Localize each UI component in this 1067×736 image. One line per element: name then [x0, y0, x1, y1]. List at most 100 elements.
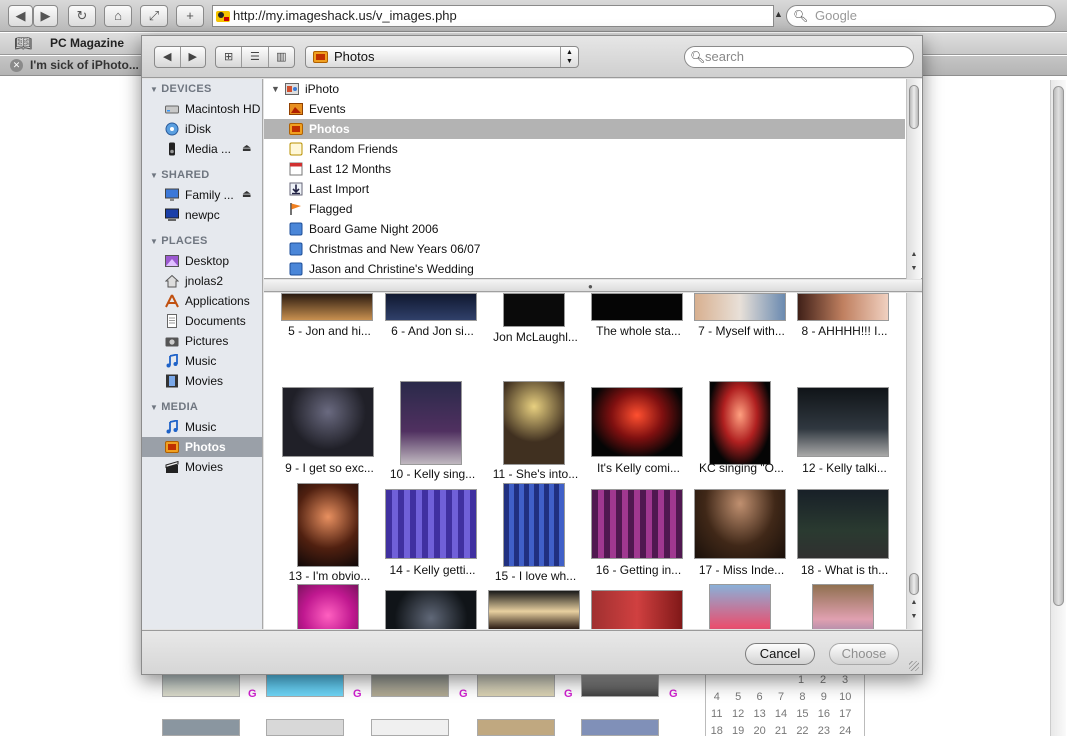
source-item-last-import[interactable]: Last Import	[264, 179, 905, 199]
photo-thumbnail[interactable]	[385, 590, 477, 629]
calendar-day[interactable]: 10	[835, 689, 856, 706]
sidebar-heading-media[interactable]: ▼ MEDIA	[150, 401, 198, 413]
calendar-day[interactable]: 24	[835, 723, 856, 736]
back-button[interactable]: ◀	[8, 5, 33, 27]
photo-item[interactable]: 12 - Kelly talki...	[793, 381, 896, 481]
bg-g-icon[interactable]: G	[564, 688, 573, 700]
photo-thumbnail[interactable]	[797, 293, 889, 321]
forward-button[interactable]: ▶	[33, 5, 58, 27]
sidebar-item-media-photos[interactable]: Photos	[142, 437, 262, 457]
choose-button[interactable]: Choose	[829, 643, 899, 665]
pane-splitter[interactable]: ●	[264, 280, 922, 292]
dialog-back-button[interactable]: ◀	[155, 47, 181, 67]
photo-thumbnail[interactable]	[812, 584, 874, 629]
photo-item[interactable]: 16 - Getting in...	[587, 483, 690, 583]
photo-item[interactable]: Jon McLaughl...	[484, 293, 587, 348]
calendar-day[interactable]: 7	[770, 689, 791, 706]
scroll-up-icon[interactable]: ▲	[907, 599, 921, 606]
bg-g-icon[interactable]: G	[669, 688, 678, 700]
calendar-day[interactable]: 12	[727, 706, 748, 723]
photo-item[interactable]: 18 - What is th...	[793, 483, 896, 583]
photo-item[interactable]: 6 - And Jon si...	[381, 293, 484, 343]
sidebar-item-family[interactable]: Family ... ⏏	[142, 185, 262, 205]
source-list-scrollbar[interactable]: ▲ ▼	[906, 79, 921, 279]
photo-thumbnail[interactable]	[488, 590, 580, 629]
sidebar-heading-places[interactable]: ▼ PLACES	[150, 235, 208, 247]
photo-thumbnail[interactable]	[297, 483, 359, 567]
calendar-day[interactable]: 14	[770, 706, 791, 723]
photo-item[interactable]: 8 - AHHHH!!! I...	[793, 293, 896, 343]
bg-thumbnail[interactable]	[477, 719, 555, 736]
splitter-handle-icon[interactable]: ●	[588, 282, 593, 291]
bg-g-icon[interactable]: G	[248, 688, 257, 700]
column-view-button[interactable]: ▥	[269, 47, 294, 67]
sidebar-item-media[interactable]: Media ... ⏏	[142, 139, 262, 159]
bg-thumbnail[interactable]	[266, 719, 344, 736]
calendar-day[interactable]: 5	[727, 689, 748, 706]
photo-thumbnail[interactable]	[709, 584, 771, 629]
sidebar-item-documents[interactable]: Documents	[142, 311, 262, 331]
photo-thumbnail[interactable]	[281, 293, 373, 321]
add-bookmark-button[interactable]: +	[176, 5, 204, 27]
photo-thumbnail[interactable]	[591, 590, 683, 629]
disclosure-triangle-icon[interactable]: ▼	[150, 85, 158, 94]
photo-grid-scrollbar[interactable]: ▲ ▼	[906, 293, 921, 629]
calendar-day[interactable]: 13	[749, 706, 770, 723]
photo-thumbnail[interactable]	[503, 483, 565, 567]
photo-thumbnail[interactable]	[709, 381, 771, 465]
google-search-field[interactable]: 🔍︎ Google	[786, 5, 1056, 27]
photo-item[interactable]: 10 - Kelly sing...	[381, 381, 484, 481]
sidebar-item-media-movies[interactable]: Movies	[142, 457, 262, 477]
photo-thumbnail[interactable]	[591, 489, 683, 559]
dialog-forward-button[interactable]: ▶	[181, 47, 206, 67]
photo-item[interactable]: 17 - Miss Inde...	[690, 483, 793, 583]
eject-icon[interactable]: ⏏	[242, 185, 251, 205]
cancel-button[interactable]: Cancel	[745, 643, 815, 665]
photo-item[interactable]: It's Kelly comi...	[587, 381, 690, 481]
bg-g-icon[interactable]: G	[353, 688, 362, 700]
photo-thumbnail[interactable]	[591, 387, 683, 457]
photo-thumbnail[interactable]	[385, 293, 477, 321]
photo-thumbnail[interactable]	[282, 387, 374, 457]
source-item-last-12-months[interactable]: Last 12 Months	[264, 159, 905, 179]
calendar-day[interactable]: 4	[706, 689, 727, 706]
photo-scrollbar-thumb[interactable]	[909, 573, 919, 595]
resize-grip-icon[interactable]	[909, 661, 919, 671]
sidebar-heading-devices[interactable]: ▼ DEVICES	[150, 83, 212, 95]
book-icon[interactable]: 📖︎	[14, 35, 32, 52]
address-dropdown-icon[interactable]: ▲	[774, 9, 783, 19]
calendar-day[interactable]: 22	[792, 723, 813, 736]
photo-thumbnail[interactable]	[297, 584, 359, 629]
photo-item[interactable]: 9 - I get so exc...	[278, 381, 381, 481]
photo-item[interactable]: 13 - I'm obvio...	[278, 483, 381, 583]
source-item-flagged[interactable]: Flagged	[264, 199, 905, 219]
dialog-search-field[interactable]: 🔍︎ search	[684, 46, 914, 68]
calendar-day[interactable]: 23	[813, 723, 834, 736]
tab-title[interactable]: I'm sick of iPhoto...	[30, 56, 139, 75]
calendar-day[interactable]: 9	[813, 689, 834, 706]
sidebar-item-home[interactable]: jnolas2	[142, 271, 262, 291]
calendar-day[interactable]: 18	[706, 723, 727, 736]
photo-item[interactable]: 14 - Kelly getti...	[381, 483, 484, 583]
home-button[interactable]: ⌂	[104, 5, 132, 27]
address-bar[interactable]: http://my.imageshack.us/v_images.php	[212, 5, 774, 27]
source-item-random-friends[interactable]: Random Friends	[264, 139, 905, 159]
calendar-day[interactable]: 6	[749, 689, 770, 706]
reload-button[interactable]: ↻	[68, 5, 96, 27]
snapback-button[interactable]: ⤢	[140, 5, 168, 27]
photo-item[interactable]: 7 - Myself with...	[690, 293, 793, 343]
photo-item[interactable]: 15 - I love wh...	[484, 483, 587, 583]
source-item-christmas-new-years[interactable]: Christmas and New Years 06/07	[264, 239, 905, 259]
bg-thumbnail[interactable]	[162, 719, 240, 736]
photo-thumbnail[interactable]	[797, 387, 889, 457]
photo-item[interactable]: 5 - Jon and hi...	[278, 293, 381, 343]
bg-thumbnail[interactable]	[581, 719, 659, 736]
page-scrollbar-thumb[interactable]	[1053, 86, 1064, 606]
calendar-day[interactable]: 20	[749, 723, 770, 736]
calendar-day[interactable]: 15	[792, 706, 813, 723]
source-item-events[interactable]: Events	[264, 99, 905, 119]
photo-thumbnail[interactable]	[503, 381, 565, 465]
calendar-day[interactable]: 16	[813, 706, 834, 723]
calendar-day[interactable]: 17	[835, 706, 856, 723]
page-scrollbar[interactable]	[1050, 80, 1066, 736]
